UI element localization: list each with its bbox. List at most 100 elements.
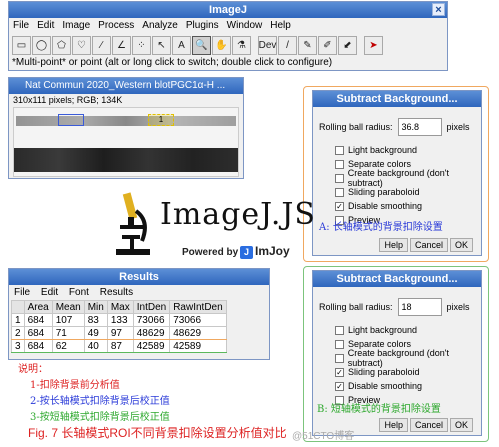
ok-button[interactable]: OK	[449, 238, 473, 252]
dev-tool-icon[interactable]: Dev	[258, 35, 277, 55]
table-cell: 62	[51, 339, 85, 353]
column-header[interactable]	[11, 300, 25, 314]
imagej-menubar: File Edit Image Process Analyze Plugins …	[9, 18, 447, 34]
angle-tool-icon[interactable]: ∠	[112, 35, 131, 55]
checkbox-icon[interactable]	[335, 325, 344, 335]
checkbox-icon[interactable]	[335, 173, 344, 183]
results-menu-font[interactable]: Font	[69, 287, 89, 298]
rectangle-tool-icon[interactable]: ▭	[12, 35, 31, 55]
table-row[interactable]: 3 684 62 40 87 42589 42589	[11, 339, 227, 353]
powered-by-label: Powered by	[182, 247, 239, 258]
line-tool-icon[interactable]: ∕	[92, 35, 111, 55]
polygon-tool-icon[interactable]: ⬠	[52, 35, 71, 55]
checkbox-icon[interactable]	[335, 159, 344, 169]
table-cell: 71	[51, 326, 85, 340]
column-header[interactable]: Max	[106, 300, 134, 314]
ok-button[interactable]: OK	[449, 418, 473, 432]
help-button[interactable]: Help	[379, 418, 408, 432]
more-tools-icon[interactable]: ➤	[364, 35, 383, 55]
table-cell: 83	[83, 313, 108, 327]
column-header[interactable]: RawIntDen	[169, 300, 227, 314]
subtract-background-dialog-a: Subtract Background... Rolling ball radi…	[312, 90, 482, 256]
dialog-a-option-create-background[interactable]: Create background (don't subtract)	[335, 168, 481, 188]
menu-analyze[interactable]: Analyze	[142, 18, 178, 34]
option-label: Create background (don't subtract)	[347, 348, 449, 368]
dialog-b-radius-row: Rolling ball radius: pixels	[319, 297, 481, 317]
freehand-tool-icon[interactable]: ♡	[72, 35, 91, 55]
imagej-titlebar: ImageJ ×	[9, 2, 447, 18]
arrow-tool-icon[interactable]: ⬋	[338, 35, 357, 55]
figure-caption: Fig. 7 长轴模式ROI不同背景扣除设置分析值对比	[28, 426, 287, 440]
blot-band-top	[16, 116, 236, 126]
table-cell: 73066	[132, 313, 171, 327]
column-header[interactable]: IntDen	[132, 300, 171, 314]
option-label: Sliding paraboloid	[348, 187, 420, 197]
menu-image[interactable]: Image	[62, 18, 90, 34]
table-row[interactable]: 1 684 107 83 133 73066 73066	[11, 313, 227, 327]
hand-tool-icon[interactable]: ✋	[212, 35, 231, 55]
dialog-a-radius-input[interactable]	[397, 118, 442, 136]
cancel-button[interactable]: Cancel	[409, 238, 448, 252]
results-titlebar: Results	[9, 269, 269, 285]
roi-box-blue[interactable]	[58, 114, 84, 126]
subtract-background-dialog-b: Subtract Background... Rolling ball radi…	[312, 270, 482, 436]
option-label: Light background	[348, 325, 418, 335]
dropper-tool-icon[interactable]: ⚗	[232, 35, 251, 55]
help-button[interactable]: Help	[379, 238, 408, 252]
multipoint-tool-icon[interactable]: ⁘	[132, 35, 151, 55]
column-header[interactable]: Min	[83, 300, 108, 314]
column-header[interactable]: Area	[23, 300, 53, 314]
checkbox-icon[interactable]	[335, 339, 344, 349]
blot-image-window: Nat Commun 2020_Western blotPGC1α-H ... …	[8, 77, 244, 179]
checkbox-icon[interactable]	[335, 187, 344, 197]
table-cell: 40	[83, 339, 108, 353]
dialog-b-option-disable-smoothing[interactable]: ✓ Disable smoothing	[335, 379, 481, 393]
results-menu-results[interactable]: Results	[100, 287, 133, 298]
menu-plugins[interactable]: Plugins	[186, 18, 219, 34]
menu-help[interactable]: Help	[270, 18, 291, 34]
roi-box-yellow[interactable]: 1	[148, 114, 174, 126]
results-menu-file[interactable]: File	[14, 287, 30, 298]
option-label: Light background	[348, 145, 418, 155]
imagej-title: ImageJ	[209, 4, 247, 16]
oval-tool-icon[interactable]: ◯	[32, 35, 51, 55]
menu-edit[interactable]: Edit	[37, 18, 54, 34]
wand-tool-icon[interactable]: ↖	[152, 35, 171, 55]
checkbox-icon[interactable]	[335, 353, 344, 363]
watermark: @51CTO博客	[292, 431, 355, 442]
flood-fill-tool-icon[interactable]: ✐	[318, 35, 337, 55]
magnifier-tool-icon[interactable]: 🔍	[192, 35, 211, 55]
dialog-b-option-light-background[interactable]: Light background	[335, 323, 481, 337]
table-cell: 73066	[169, 313, 227, 327]
dialog-a-title: Subtract Background...	[336, 93, 458, 105]
table-cell: 48629	[132, 326, 171, 340]
menu-process[interactable]: Process	[98, 18, 134, 34]
microscope-icon	[116, 192, 150, 255]
table-cell: 684	[23, 326, 53, 340]
menu-file[interactable]: File	[13, 18, 29, 34]
checkbox-checked-icon[interactable]: ✓	[335, 381, 344, 391]
menu-window[interactable]: Window	[227, 18, 263, 34]
results-menubar: File Edit Font Results	[9, 285, 269, 300]
checkbox-checked-icon[interactable]: ✓	[335, 367, 344, 377]
dialog-a-option-disable-smoothing[interactable]: ✓ Disable smoothing	[335, 199, 481, 213]
column-header[interactable]: Mean	[51, 300, 85, 314]
checkbox-icon[interactable]	[335, 145, 344, 155]
dialog-b-radius-input[interactable]	[397, 298, 442, 316]
pencil-tool-icon[interactable]: /	[278, 35, 297, 55]
note-item: 2-按长轴模式扣除背景后校正值	[30, 396, 170, 407]
cancel-button[interactable]: Cancel	[409, 418, 448, 432]
close-button[interactable]: ×	[432, 3, 445, 16]
blot-image-info: 310x111 pixels; RGB; 134K	[13, 95, 123, 105]
dialog-a-titlebar: Subtract Background...	[313, 91, 481, 107]
results-menu-edit[interactable]: Edit	[41, 287, 58, 298]
text-tool-icon[interactable]: A	[172, 35, 191, 55]
dialog-b-buttons: Help Cancel OK	[377, 418, 473, 432]
checkbox-checked-icon[interactable]: ✓	[335, 201, 344, 211]
western-blot-image[interactable]: 1	[13, 107, 239, 177]
table-cell: 87	[106, 339, 134, 353]
table-row[interactable]: 2 684 71 49 97 48629 48629	[11, 326, 227, 340]
dialog-a-option-light-background[interactable]: Light background	[335, 143, 481, 157]
dialog-b-option-create-background[interactable]: Create background (don't subtract)	[335, 348, 481, 368]
brush-tool-icon[interactable]: ✎	[298, 35, 317, 55]
